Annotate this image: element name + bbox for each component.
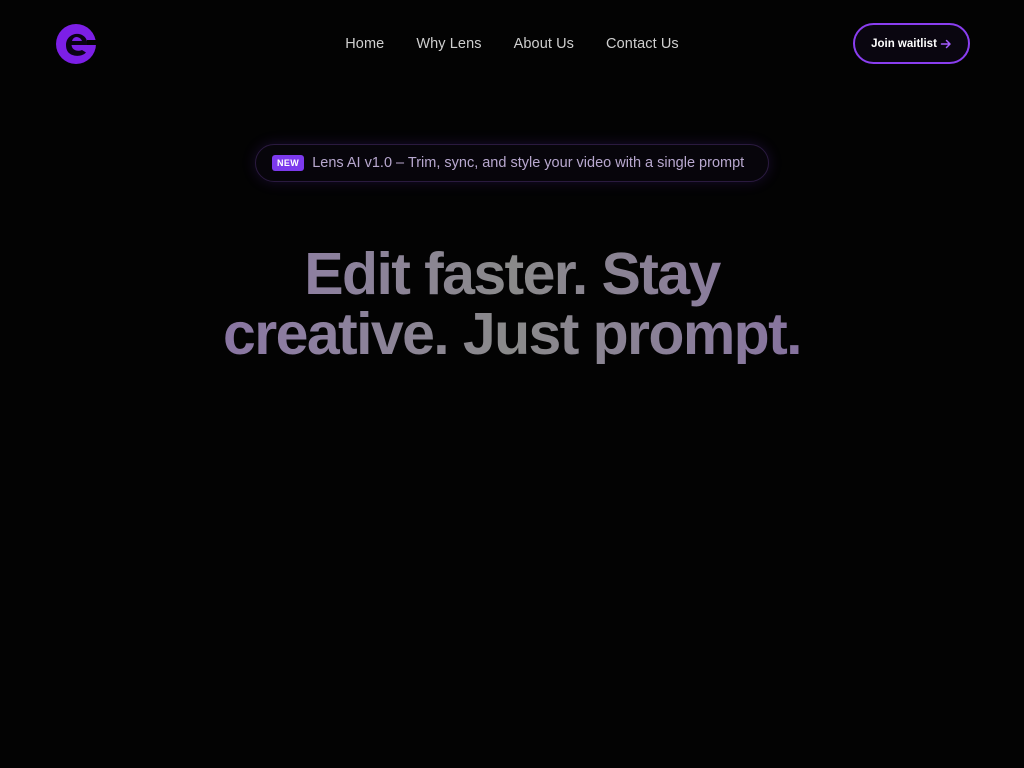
nav-why-lens[interactable]: Why Lens [416,34,481,54]
hero-headline-line-2: creative. Just prompt. [223,301,801,367]
join-waitlist-label: Join waitlist [871,37,937,50]
nav-home[interactable]: Home [345,34,384,54]
new-badge: NEW [272,155,305,171]
join-waitlist-button[interactable]: Join waitlist [853,23,970,64]
announcement-text: Lens AI v1.0 – Trim, sync, and style you… [312,155,745,171]
nav-about-us[interactable]: About Us [514,34,574,54]
hero-headline-line-1: Edit faster. Stay [304,241,720,307]
hero-headline: Edit faster. Stay creative. Just prompt. [0,244,1024,364]
announcement-pill[interactable]: NEW Lens AI v1.0 – Trim, sync, and style… [255,144,769,182]
arrow-right-icon [940,39,951,48]
landing-page: Home Why Lens About Us Contact Us Join w… [0,0,1024,768]
nav-contact-us[interactable]: Contact Us [606,34,679,54]
